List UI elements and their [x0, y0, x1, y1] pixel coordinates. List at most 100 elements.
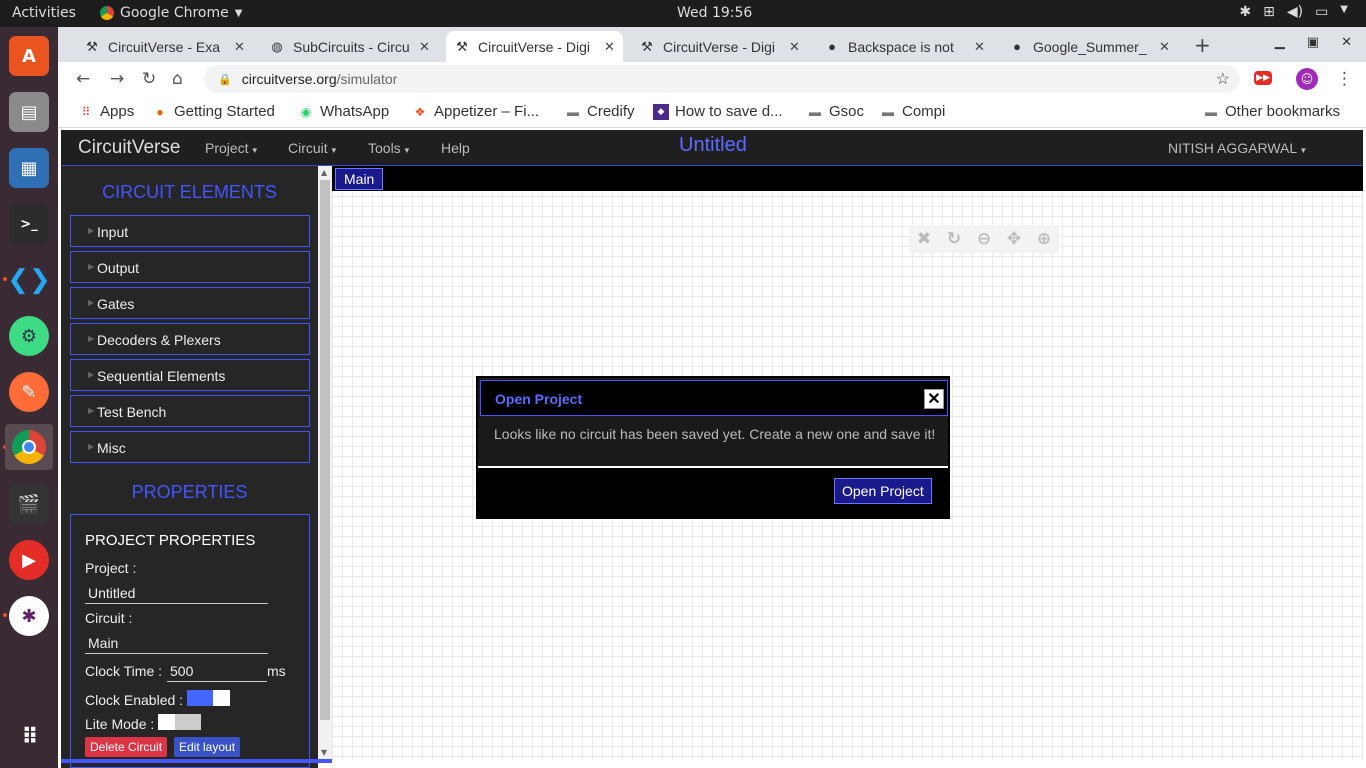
browser-tab[interactable]: ◍ SubCircuits - Circu ✕: [261, 31, 438, 62]
edit-layout-button[interactable]: Edit layout: [174, 737, 241, 757]
accordion-sequential-elements[interactable]: ▶ Sequential Elements: [70, 359, 310, 391]
new-tab-button[interactable]: +: [1194, 33, 1211, 57]
close-tab-icon[interactable]: ✕: [604, 39, 615, 55]
close-tab-icon[interactable]: ✕: [234, 39, 245, 55]
accordion-input[interactable]: ▶ Input: [70, 215, 310, 247]
profile-avatar[interactable]: ☺: [1296, 68, 1318, 90]
accordion-gates[interactable]: ▶ Gates: [70, 287, 310, 319]
cv-brand[interactable]: CircuitVerse: [78, 137, 180, 159]
zoom-out-icon[interactable]: ⊖: [977, 229, 991, 249]
other-bookmarks[interactable]: ▬ Other bookmarks: [1203, 103, 1340, 120]
bookmark-apps[interactable]: ⠿ Apps: [78, 103, 135, 120]
project-name-input[interactable]: Untitled: [85, 580, 268, 604]
tab-title: CircuitVerse - Exa: [108, 38, 221, 55]
android-studio-icon[interactable]: ⚙: [9, 316, 49, 356]
zoom-in-icon[interactable]: ⊕: [1037, 229, 1051, 249]
file-manager-icon[interactable]: ▤: [9, 92, 49, 132]
delete-circuit-button[interactable]: Delete Circuit: [85, 737, 168, 757]
github-icon: ●: [828, 39, 836, 54]
sidebar-scrollbar[interactable]: ▲ ▼: [318, 166, 332, 760]
scroll-up-icon[interactable]: ▲: [321, 168, 327, 177]
back-button[interactable]: ←: [76, 69, 90, 89]
expand-icon: ▶: [88, 262, 95, 271]
undo-icon[interactable]: ↻: [947, 229, 961, 249]
network-icon[interactable]: ⊞: [1263, 4, 1275, 20]
circuit-name-input[interactable]: Main: [85, 630, 268, 654]
scroll-down-icon[interactable]: ▼: [321, 748, 327, 757]
youtube-extension-icon[interactable]: ▶▶: [1254, 71, 1272, 85]
accordion-misc[interactable]: ▶ Misc: [70, 431, 310, 463]
bookmark-getting-started[interactable]: ● Getting Started: [152, 103, 275, 120]
menu-project[interactable]: Project ▼: [205, 140, 259, 156]
bookmark-credify[interactable]: ▬ Credify: [565, 103, 635, 120]
browser-tab-active[interactable]: ⚒ CircuitVerse - Digi ✕: [446, 31, 623, 62]
menu-tools[interactable]: Tools ▼: [368, 140, 411, 156]
maximize-icon[interactable]: ▣: [1307, 35, 1319, 50]
clock[interactable]: Wed 19:56: [677, 5, 752, 21]
home-button[interactable]: ⌂: [172, 69, 183, 89]
project-properties-heading: PROJECT PROPERTIES: [85, 532, 256, 549]
project-label: Project :: [85, 560, 137, 576]
chevron-down-icon[interactable]: ▼: [1340, 4, 1348, 20]
chrome-menu-icon[interactable]: ⋮: [1336, 69, 1353, 89]
bookmark-how-to-save[interactable]: ◆ How to save d...: [653, 103, 783, 120]
clock-time-input[interactable]: 500: [167, 658, 267, 682]
chrome-dock-icon[interactable]: [5, 424, 53, 470]
open-project-button[interactable]: Open Project: [834, 478, 932, 504]
terminal-icon[interactable]: >_: [9, 204, 49, 244]
menu-circuit[interactable]: Circuit ▼: [288, 140, 338, 156]
forward-button[interactable]: →: [110, 69, 124, 89]
lite-mode-toggle[interactable]: [158, 714, 201, 730]
close-tab-icon[interactable]: ✕: [974, 39, 985, 55]
browser-tab[interactable]: ● Backspace is not ✕: [816, 31, 993, 62]
browser-tab[interactable]: ● Google_Summer_ ✕: [1001, 31, 1178, 62]
vscode-icon[interactable]: ❮❯: [7, 260, 51, 300]
apps-grid-icon: ⠿: [81, 104, 91, 119]
address-bar[interactable]: 🔒 circuitverse.org/simulator ☆: [204, 65, 1240, 93]
accordion-test-bench[interactable]: ▶ Test Bench: [70, 395, 310, 427]
minimize-icon[interactable]: ▁: [1275, 35, 1285, 50]
slack-icon[interactable]: ✱: [9, 596, 49, 636]
bookmark-star-icon[interactable]: ☆: [1216, 69, 1230, 89]
video-editor-icon[interactable]: 🎬: [9, 484, 49, 524]
youtube-music-icon[interactable]: ▶: [9, 540, 49, 580]
accordion-decoders-plexers[interactable]: ▶ Decoders & Plexers: [70, 323, 310, 355]
battery-icon[interactable]: ▭: [1315, 4, 1328, 20]
close-window-icon[interactable]: ✕: [1341, 35, 1352, 50]
scrollbar-thumb[interactable]: [320, 180, 330, 720]
close-tab-icon[interactable]: ✕: [1159, 39, 1170, 55]
fit-center-icon[interactable]: ✥: [1007, 229, 1021, 249]
system-tray[interactable]: ✱ ⊞ ◀) ▭ ▼: [1239, 4, 1348, 20]
tab-title: Google_Summer_: [1033, 38, 1147, 55]
activities-button[interactable]: Activities: [12, 5, 76, 21]
accordion-label: Misc: [97, 440, 126, 456]
dialog-header: Open Project ✕: [480, 380, 948, 416]
clock-enabled-toggle[interactable]: [187, 690, 230, 706]
delete-icon[interactable]: ✖: [917, 229, 931, 249]
show-applications-icon[interactable]: ⠿: [9, 717, 49, 757]
close-tab-icon[interactable]: ✕: [789, 39, 800, 55]
close-icon[interactable]: ✕: [924, 389, 944, 409]
bookmark-compi[interactable]: ▬ Compi: [880, 103, 945, 120]
reload-button[interactable]: ↻: [142, 69, 156, 89]
postman-icon[interactable]: ✎: [9, 372, 49, 412]
menu-help[interactable]: Help: [441, 140, 470, 156]
bookmark-appetizer[interactable]: ❖ Appetizer – Fi...: [412, 103, 539, 120]
close-tab-icon[interactable]: ✕: [419, 39, 430, 55]
slack-tray-icon[interactable]: ✱: [1239, 4, 1251, 20]
user-menu[interactable]: NITISH AGGARWAL ▼: [1168, 140, 1307, 156]
software-center-icon[interactable]: A: [9, 36, 49, 76]
volume-icon[interactable]: ◀): [1287, 4, 1303, 20]
browser-tab[interactable]: ⚒ CircuitVerse - Digi ✕: [631, 31, 808, 62]
document-viewer-icon[interactable]: ▦: [9, 148, 49, 188]
browser-tab[interactable]: ⚒ CircuitVerse - Exa ✕: [76, 31, 253, 62]
bookmark-label: Compi: [902, 103, 946, 120]
bookmark-gsoc[interactable]: ▬ Gsoc: [807, 103, 864, 120]
bookmark-whatsapp[interactable]: ◉ WhatsApp: [298, 103, 389, 120]
accordion-output[interactable]: ▶ Output: [70, 251, 310, 283]
folder-icon: ▬: [1205, 104, 1217, 119]
circuit-tab-main[interactable]: Main: [335, 168, 384, 190]
project-properties-panel: PROJECT PROPERTIES Project : Untitled Ci…: [70, 514, 310, 768]
app-menu[interactable]: Google Chrome ▼: [100, 5, 242, 21]
project-title[interactable]: Untitled: [679, 134, 747, 157]
